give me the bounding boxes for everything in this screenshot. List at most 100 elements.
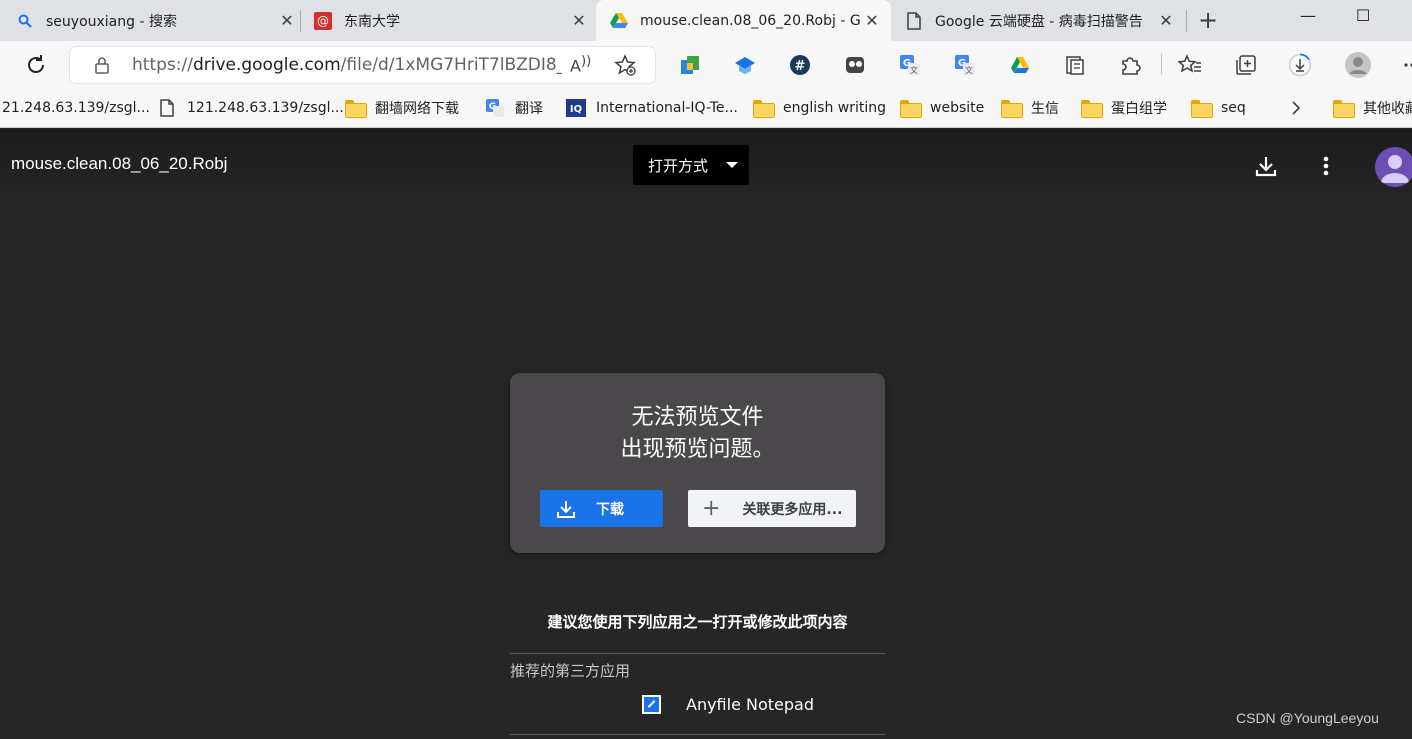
recommended-apps-label: 推荐的第三方应用 bbox=[510, 662, 631, 680]
add-favorite-icon[interactable] bbox=[614, 54, 636, 80]
bookmark-label: 翻译 bbox=[515, 101, 543, 117]
reload-icon[interactable] bbox=[24, 53, 48, 77]
page-icon bbox=[157, 99, 177, 117]
more-vert-icon[interactable] bbox=[1313, 153, 1339, 179]
bookmark-label: 生信 bbox=[1031, 101, 1059, 117]
app-name: Anyfile Notepad bbox=[686, 694, 814, 714]
bookmarks-bar: 21.248.63.139/zsgl... 121.248.63.139/zsg… bbox=[0, 88, 1412, 128]
download-icon bbox=[556, 499, 576, 519]
svg-text:文: 文 bbox=[910, 65, 918, 75]
document-icon bbox=[905, 11, 923, 30]
tab-search[interactable]: seuyouxiang - 搜索 ✕ bbox=[16, 0, 298, 41]
tab-title: mouse.clean.08_06_20.Robj - Go bbox=[640, 12, 861, 29]
folder-icon bbox=[345, 99, 367, 118]
svg-text:#: # bbox=[795, 59, 806, 74]
maximize-icon[interactable]: ☐ bbox=[1356, 6, 1370, 25]
add-collection-icon[interactable] bbox=[1234, 53, 1258, 77]
tab-title: Google 云端硬盘 - 病毒扫描警告 bbox=[935, 13, 1143, 30]
bookmark-item[interactable]: G 翻译 bbox=[485, 97, 543, 119]
associate-apps-label: 关联更多应用... bbox=[742, 501, 843, 518]
viewer-header: mouse.clean.08_06_20.Robj 打开方式 bbox=[0, 129, 1412, 201]
bookmark-folder[interactable]: 其他收藏 bbox=[1333, 97, 1412, 119]
downloads-icon[interactable] bbox=[1288, 53, 1312, 77]
folder-icon bbox=[1333, 99, 1355, 118]
folder-icon bbox=[753, 99, 775, 118]
bookmark-item[interactable]: 21.248.63.139/zsgl... bbox=[2, 97, 150, 119]
no-preview-card: 无法预览文件 出现预览问题。 下载 + 关联更多应用... bbox=[510, 373, 885, 553]
anyfile-notepad-icon bbox=[642, 694, 661, 714]
translate-icon: G bbox=[485, 99, 505, 117]
translate-icon[interactable]: G文 bbox=[898, 53, 922, 77]
associate-apps-button[interactable]: + 关联更多应用... bbox=[688, 490, 856, 527]
divider bbox=[510, 734, 885, 735]
bookmark-folder[interactable]: seq bbox=[1191, 97, 1246, 119]
close-icon[interactable]: ✕ bbox=[861, 10, 883, 32]
new-tab-icon[interactable]: + bbox=[1195, 8, 1221, 34]
folder-icon bbox=[900, 99, 922, 118]
folder-icon bbox=[1001, 99, 1023, 118]
iq-icon: IQ bbox=[566, 99, 586, 117]
bookmark-folder[interactable]: 蛋白组学 bbox=[1081, 97, 1167, 119]
svg-text:文: 文 bbox=[965, 65, 973, 75]
app-anyfile-notepad[interactable]: Anyfile Notepad bbox=[642, 692, 814, 716]
minimize-icon[interactable]: — bbox=[1300, 6, 1316, 25]
extension-cap-icon[interactable] bbox=[733, 53, 757, 77]
chevron-right-icon[interactable] bbox=[1290, 97, 1302, 119]
tab-separator bbox=[1186, 10, 1187, 32]
bookmark-label: website bbox=[930, 100, 985, 116]
tab-separator bbox=[300, 10, 301, 32]
tab-title: seuyouxiang - 搜索 bbox=[46, 13, 177, 30]
tab-seu[interactable]: @ 东南大学 ✕ bbox=[314, 0, 590, 41]
extension-hash-icon[interactable]: # bbox=[788, 53, 812, 77]
download-icon[interactable] bbox=[1253, 153, 1279, 179]
caret-down-icon bbox=[726, 162, 738, 168]
bookmark-label: 蛋白组学 bbox=[1111, 101, 1167, 117]
more-menu-icon[interactable] bbox=[1398, 53, 1412, 77]
tab-virus-warning[interactable]: Google 云端硬盘 - 病毒扫描警告 ✕ bbox=[905, 0, 1177, 41]
svg-text:@: @ bbox=[317, 14, 329, 28]
account-avatar[interactable] bbox=[1375, 147, 1412, 187]
profile-icon[interactable] bbox=[1343, 50, 1373, 80]
collections-icon[interactable] bbox=[1063, 53, 1087, 77]
url-text[interactable]: https://drive.google.com/file/d/1xMG7Hri… bbox=[132, 55, 562, 75]
browser-toolbar: https://drive.google.com/file/d/1xMG7Hri… bbox=[0, 41, 1412, 88]
preview-problem-text: 出现预览问题。 bbox=[620, 437, 775, 462]
suggestion-text: 建议您使用下列应用之一打开或修改此项内容 bbox=[547, 613, 848, 631]
open-with-label: 打开方式 bbox=[648, 156, 709, 175]
divider bbox=[510, 653, 885, 654]
watermark: CSDN @YoungLeeyou bbox=[1236, 710, 1379, 726]
tab-title: 东南大学 bbox=[344, 13, 400, 30]
translate-icon[interactable]: G文 bbox=[953, 53, 977, 77]
close-icon[interactable]: ✕ bbox=[568, 10, 590, 32]
bookmark-label: 21.248.63.139/zsgl... bbox=[2, 100, 150, 116]
extensions-puzzle-icon[interactable] bbox=[1118, 53, 1142, 77]
bookmark-folder[interactable]: english writing bbox=[753, 97, 886, 119]
extension-drive-icon[interactable] bbox=[1008, 53, 1032, 77]
extension-mask-icon[interactable] bbox=[843, 53, 867, 77]
bookmark-item[interactable]: 121.248.63.139/zsgl... bbox=[157, 97, 344, 119]
download-label: 下载 bbox=[596, 501, 624, 518]
bookmark-folder[interactable]: 生信 bbox=[1001, 97, 1059, 119]
bookmark-label: 其他收藏 bbox=[1363, 101, 1412, 117]
download-button[interactable]: 下载 bbox=[540, 490, 663, 527]
extension-files-icon[interactable] bbox=[678, 53, 702, 77]
address-bar[interactable]: https://drive.google.com/file/d/1xMG7Hri… bbox=[70, 47, 655, 83]
read-aloud-icon[interactable]: A)) bbox=[570, 54, 591, 75]
close-icon[interactable]: ✕ bbox=[1155, 10, 1177, 32]
bookmark-item[interactable]: IQ International-IQ-Te... bbox=[566, 97, 738, 119]
lock-icon[interactable] bbox=[94, 56, 110, 78]
bookmark-label: 121.248.63.139/zsgl... bbox=[187, 100, 344, 116]
favorites-icon[interactable] bbox=[1178, 53, 1202, 77]
bookmark-folder[interactable]: website bbox=[900, 97, 984, 119]
tab-strip: seuyouxiang - 搜索 ✕ @ 东南大学 ✕ mouse.clean.… bbox=[0, 0, 1412, 41]
bookmark-label: seq bbox=[1221, 100, 1246, 116]
drive-file-viewer: mouse.clean.08_06_20.Robj 打开方式 无法预览文件 出现… bbox=[0, 129, 1412, 739]
folder-icon bbox=[1081, 99, 1103, 118]
file-name: mouse.clean.08_06_20.Robj bbox=[11, 154, 228, 173]
bookmark-folder[interactable]: 翻墙网络下载 bbox=[345, 97, 459, 119]
open-with-button[interactable]: 打开方式 bbox=[633, 145, 749, 185]
plus-icon: + bbox=[702, 495, 721, 521]
bookmark-label: International-IQ-Te... bbox=[596, 100, 738, 116]
tab-drive-file[interactable]: mouse.clean.08_06_20.Robj - Go ✕ bbox=[596, 0, 891, 41]
close-icon[interactable]: ✕ bbox=[276, 10, 298, 32]
